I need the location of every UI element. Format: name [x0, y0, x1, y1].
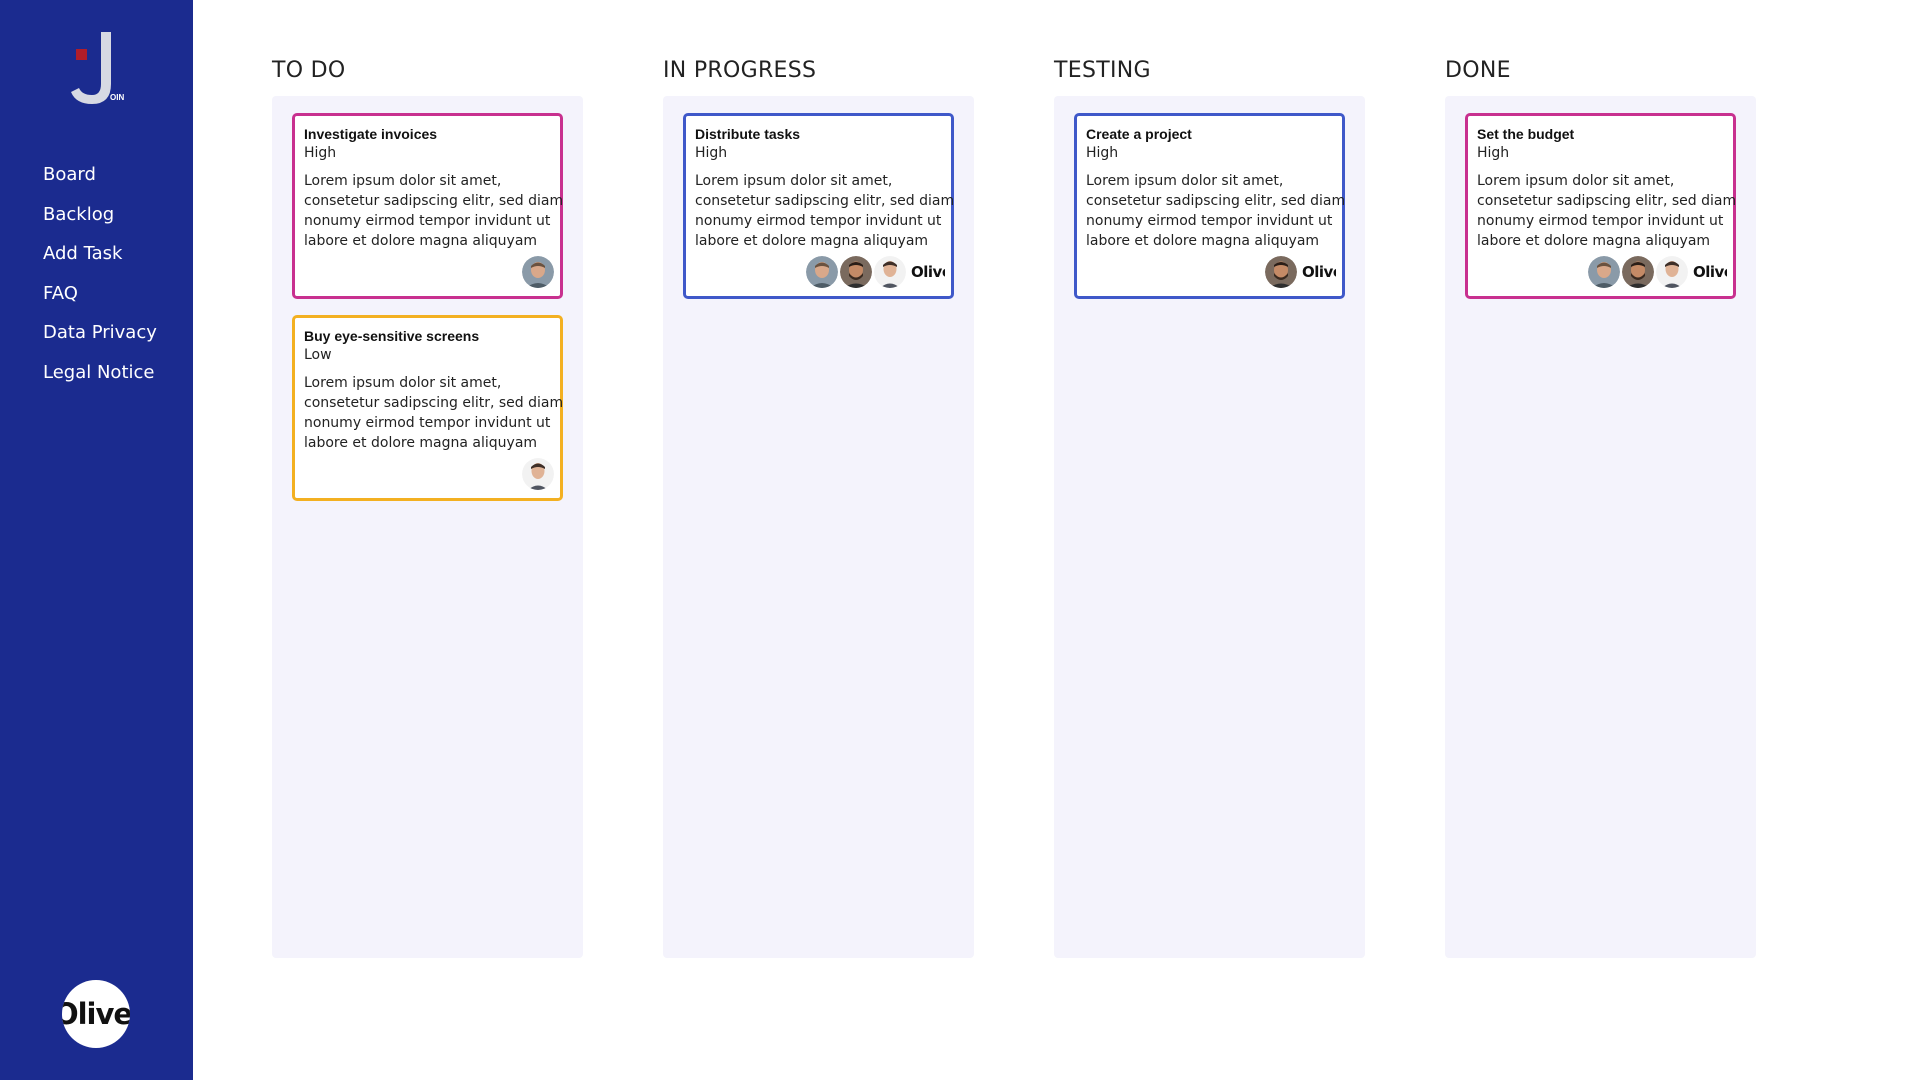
column-title-in-progress: IN PROGRESS	[663, 58, 817, 83]
task-card[interactable]: Create a project High Lorem ipsum dolor …	[1074, 113, 1345, 299]
assignee-avatar[interactable]	[806, 256, 838, 288]
task-title: Set the budget	[1477, 126, 1575, 142]
assignee-list: Olive	[806, 256, 945, 288]
task-description: Lorem ipsum dolor sit amet, consetetur s…	[304, 375, 562, 451]
user-avatar-label: Olive	[62, 997, 130, 1031]
user-avatar[interactable]: Olive	[62, 980, 130, 1048]
task-description: Lorem ipsum dolor sit amet, consetetur s…	[1477, 173, 1735, 249]
task-card[interactable]: Set the budget High Lorem ipsum dolor si…	[1465, 113, 1736, 299]
live-badge: Olive	[911, 263, 945, 281]
column-in-progress[interactable]: Distribute tasks High Lorem ipsum dolor …	[663, 96, 974, 958]
assignee-avatar[interactable]	[1656, 256, 1688, 288]
sidebar-item-add-task[interactable]: Add Task	[43, 244, 157, 284]
assignee-avatar[interactable]	[522, 458, 554, 490]
task-title: Buy eye-sensitive screens	[304, 328, 480, 344]
assignee-avatar[interactable]	[522, 256, 554, 288]
assignee-list	[522, 256, 554, 288]
assignee-avatar[interactable]	[840, 256, 872, 288]
task-card[interactable]: Distribute tasks High Lorem ipsum dolor …	[683, 113, 954, 299]
sidebar-nav: Board Backlog Add Task FAQ Data Privacy …	[43, 165, 157, 402]
sidebar-item-backlog[interactable]: Backlog	[43, 204, 157, 245]
task-title: Investigate invoices	[304, 126, 438, 142]
task-priority: High	[695, 145, 728, 161]
assignee-avatar[interactable]	[1588, 256, 1620, 288]
sidebar-item-data-privacy[interactable]: Data Privacy	[43, 323, 157, 363]
task-description: Lorem ipsum dolor sit amet, consetetur s…	[304, 173, 562, 249]
assignee-avatar[interactable]	[874, 256, 906, 288]
task-description: Lorem ipsum dolor sit amet, consetetur s…	[695, 173, 953, 249]
column-title-todo: TO DO	[272, 58, 346, 83]
column-done[interactable]: Set the budget High Lorem ipsum dolor si…	[1445, 96, 1756, 958]
app-root: OIN Board Backlog Add Task FAQ Data Priv…	[0, 0, 1920, 1080]
task-card[interactable]: Buy eye-sensitive screens Low Lorem ipsu…	[292, 315, 563, 501]
assignee-list	[522, 458, 554, 490]
assignee-avatar[interactable]	[1265, 256, 1297, 288]
task-title: Distribute tasks	[695, 126, 801, 142]
logo-subtext: OIN	[110, 93, 125, 102]
task-priority: Low	[304, 347, 332, 363]
sidebar-item-board[interactable]: Board	[43, 165, 157, 205]
task-title: Create a project	[1086, 126, 1192, 142]
column-todo[interactable]: Investigate invoices High Lorem ipsum do…	[272, 96, 583, 958]
sidebar-item-legal-notice[interactable]: Legal Notice	[43, 362, 157, 403]
assignee-avatar[interactable]	[1622, 256, 1654, 288]
live-badge: Olive	[1693, 263, 1727, 281]
task-priority: High	[1477, 145, 1510, 161]
assignee-list: Olive	[1588, 256, 1727, 288]
task-card[interactable]: Investigate invoices High Lorem ipsum do…	[292, 113, 563, 299]
live-badge: Olive	[1302, 263, 1336, 281]
sidebar-item-faq[interactable]: FAQ	[43, 283, 157, 324]
column-title-done: DONE	[1445, 58, 1511, 83]
assignee-list: Olive	[1265, 256, 1336, 288]
column-testing[interactable]: Create a project High Lorem ipsum dolor …	[1054, 96, 1365, 958]
task-priority: High	[304, 145, 337, 161]
sidebar: OIN Board Backlog Add Task FAQ Data Priv…	[0, 0, 193, 1080]
task-description: Lorem ipsum dolor sit amet, consetetur s…	[1086, 173, 1344, 249]
column-title-testing: TESTING	[1054, 58, 1151, 83]
task-priority: High	[1086, 145, 1119, 161]
